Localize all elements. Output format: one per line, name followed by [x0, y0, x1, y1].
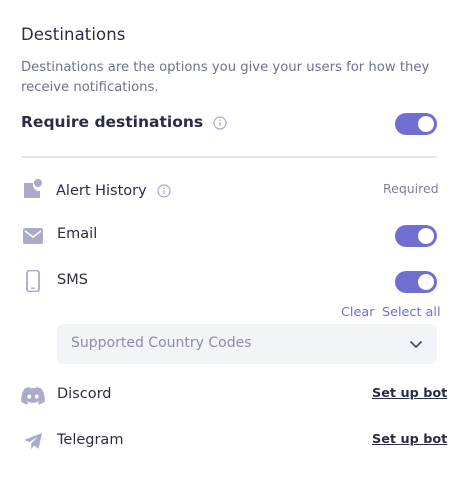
destination-label: Telegram — [57, 432, 124, 448]
alert-history-icon — [24, 179, 42, 198]
destination-label: SMS — [57, 272, 88, 288]
destination-label: Alert History — [56, 183, 147, 199]
email-toggle[interactable] — [395, 225, 437, 247]
telegram-icon — [24, 433, 42, 449]
telegram-setup-bot-link[interactable]: Set up bot — [372, 432, 447, 447]
sms-toggle[interactable] — [395, 271, 437, 293]
section-title: Destinations — [21, 25, 126, 44]
discord-setup-bot-link[interactable]: Set up bot — [372, 386, 447, 401]
destination-label: Discord — [57, 386, 112, 402]
required-badge: Required — [383, 181, 439, 196]
info-icon[interactable] — [212, 115, 227, 130]
chevron-down-icon — [410, 341, 422, 348]
country-codes-select[interactable]: Supported Country Codes — [57, 324, 437, 364]
destination-row-alert-history: Alert History — [56, 180, 171, 199]
require-destinations-label: Require destinations — [21, 113, 227, 131]
select-all-button[interactable]: Select all — [382, 305, 441, 320]
section-description: Destinations are the options you give yo… — [21, 60, 430, 95]
clear-button[interactable]: Clear — [341, 305, 374, 320]
discord-icon — [21, 387, 45, 405]
info-icon[interactable] — [157, 183, 171, 198]
divider — [21, 156, 437, 158]
destination-label: Email — [57, 226, 98, 242]
country-codes-placeholder: Supported Country Codes — [71, 335, 252, 351]
require-destinations-toggle[interactable] — [395, 113, 437, 135]
email-icon — [23, 228, 43, 244]
require-destinations-text: Require destinations — [21, 113, 204, 131]
phone-icon — [26, 270, 40, 292]
